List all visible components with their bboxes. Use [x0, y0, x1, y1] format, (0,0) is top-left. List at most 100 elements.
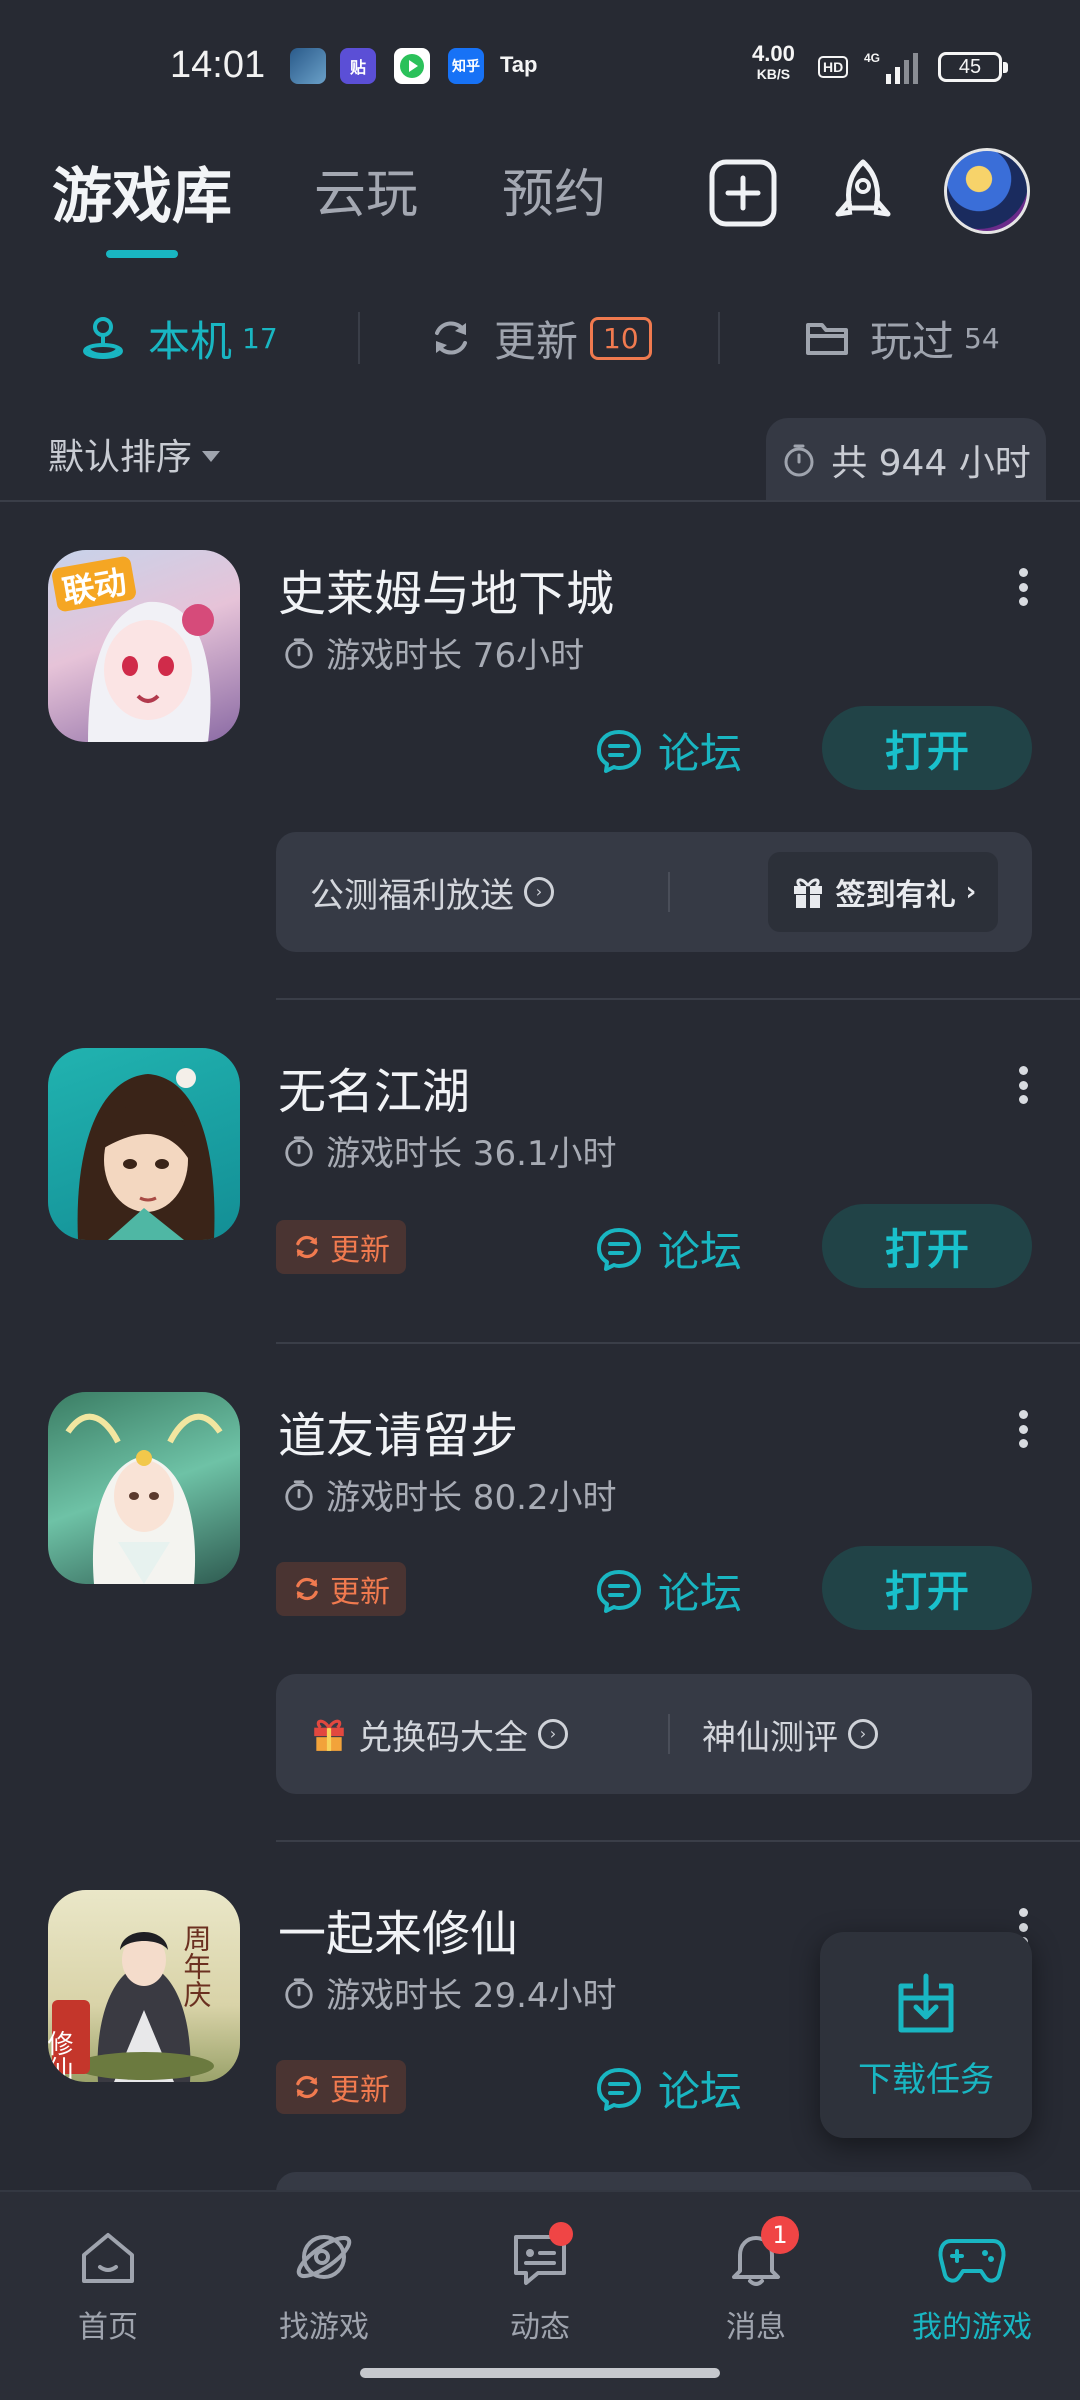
tab-reservations[interactable]: 预约: [502, 152, 606, 227]
promo-link-label: 兑换码大全: [358, 1717, 528, 1758]
sort-dropdown[interactable]: 默认排序: [48, 428, 221, 480]
promo-link-redeem-codes[interactable]: 兑换码大全 ›: [310, 1674, 568, 1794]
folder-icon: [806, 323, 848, 355]
refresh-icon: [296, 1235, 318, 1259]
filter-local-label: 本机: [148, 316, 233, 366]
promo-bar: 兑换码大全 › 神仙测评 ›: [276, 1674, 1032, 1794]
nav-item-my-games[interactable]: 我的游戏: [882, 2222, 1062, 2346]
rocket-icon[interactable]: [820, 150, 906, 236]
forum-button[interactable]: 论坛: [594, 1560, 742, 1621]
forum-button[interactable]: 论坛: [594, 1218, 742, 1279]
signin-gift-button[interactable]: 签到有礼 ›: [768, 852, 998, 932]
filter-updates-label: 更新: [494, 316, 579, 366]
zhihu-icon: 知乎: [448, 48, 484, 84]
promo-link-label: 神仙测评: [702, 1717, 838, 1758]
divider: [276, 998, 1080, 1000]
filter-updates[interactable]: 更新 10: [428, 305, 652, 371]
game-icon-yiqilai-xiuxian[interactable]: 周年庆 修仙: [48, 1890, 240, 2082]
forum-icon: [597, 1569, 641, 1613]
tab-cloud-play[interactable]: 云玩: [314, 152, 418, 227]
game-title[interactable]: 无名江湖: [278, 1052, 470, 1122]
game-icon-wuming-jianghu[interactable]: [48, 1048, 240, 1240]
update-badge[interactable]: 更新: [276, 2060, 406, 2114]
nav-item-feed[interactable]: 动态: [450, 2222, 630, 2346]
total-playtime: 共 944 小时: [766, 418, 1046, 502]
timer-icon: [784, 444, 814, 477]
update-label: 更新: [330, 1575, 390, 1610]
planet-icon: [289, 2222, 359, 2292]
game-playtime: 游戏时长 36.1小时: [282, 1126, 617, 1175]
filter-local-count: 17: [242, 321, 278, 355]
nav-item-messages[interactable]: 1 消息: [666, 2216, 846, 2346]
tab-game-library[interactable]: 游戏库: [52, 148, 232, 235]
nav-label: 我的游戏: [912, 2310, 1032, 2345]
signal-icon: 4G: [864, 50, 924, 90]
download-task-button[interactable]: 下载任务: [820, 1932, 1032, 2138]
game-title[interactable]: 道友请留步: [278, 1396, 518, 1466]
filter-played[interactable]: 玩过 54: [804, 305, 1000, 371]
game-playtime-label: 游戏时长 80.2小时: [326, 1478, 617, 1518]
forum-icon: [597, 2067, 641, 2111]
total-playtime-label: 共 944 小时: [831, 443, 1031, 484]
add-icon[interactable]: [700, 150, 786, 236]
divider: [668, 1714, 670, 1754]
game-title[interactable]: 史莱姆与地下城: [278, 554, 614, 624]
promo-link-review[interactable]: 神仙测评 ›: [702, 1674, 878, 1794]
avatar[interactable]: [944, 148, 1030, 234]
game-playtime: 游戏时长 29.4小时: [282, 1968, 617, 2017]
open-button[interactable]: 打开: [822, 1546, 1032, 1630]
chevron-right-icon: ›: [965, 877, 977, 907]
nav-item-find-games[interactable]: 找游戏: [234, 2222, 414, 2346]
more-options-icon[interactable]: [1008, 562, 1038, 612]
timer-icon: [285, 1977, 313, 2009]
game-playtime: 游戏时长 80.2小时: [282, 1470, 617, 1519]
game-playtime-label: 游戏时长 76小时: [326, 636, 585, 676]
promo-bar: 公测福利放送 › 签到有礼 ›: [276, 832, 1032, 952]
divider: [276, 1342, 1080, 1344]
more-options-icon[interactable]: [1008, 1404, 1038, 1454]
home-indicator[interactable]: [360, 2368, 720, 2378]
game-playtime: 游戏时长 76小时: [282, 628, 584, 677]
forum-button[interactable]: 论坛: [594, 720, 742, 781]
forum-icon: [597, 1227, 641, 1271]
game-icon-daoyou-qingliubu[interactable]: [48, 1392, 240, 1584]
game-app-icon: [290, 48, 326, 84]
forum-button[interactable]: 论坛: [594, 2058, 742, 2119]
update-badge[interactable]: 更新: [276, 1562, 406, 1616]
update-badge[interactable]: 更新: [276, 1220, 406, 1274]
divider: [718, 312, 720, 364]
signin-gift-label: 签到有礼: [835, 878, 956, 913]
update-label: 更新: [330, 2073, 390, 2108]
gift-icon: [314, 1719, 344, 1751]
nav-item-home[interactable]: 首页: [18, 2222, 198, 2346]
forum-label: 论坛: [658, 1569, 743, 1618]
device-icon: [83, 317, 123, 359]
forum-icon: [597, 729, 641, 773]
open-button[interactable]: 打开: [822, 1204, 1032, 1288]
message-count-badge: 1: [761, 2216, 799, 2254]
refresh-icon: [296, 1577, 318, 1601]
open-button[interactable]: 打开: [822, 706, 1032, 790]
promo-link-welfare[interactable]: 公测福利放送 ›: [310, 832, 554, 952]
network-label: 4G: [864, 51, 880, 65]
gift-icon: [793, 878, 822, 908]
battery-indicator: 45: [938, 52, 1008, 82]
tab-active-indicator: [106, 250, 178, 258]
net-speed-value: 4.00: [752, 41, 795, 66]
game-icon-text-2: 修仙: [48, 2030, 73, 2082]
hd-badge: HD: [818, 56, 849, 78]
tap-label: Tap: [500, 52, 538, 77]
game-playtime-label: 游戏时长 36.1小时: [326, 1134, 617, 1174]
filter-local[interactable]: 本机 17: [78, 305, 278, 371]
divider: [276, 1840, 1080, 1842]
chevron-right-icon: ›: [538, 1719, 568, 1749]
timer-icon: [285, 1135, 313, 1167]
nav-label: 首页: [78, 2310, 138, 2345]
caret-down-icon: [202, 450, 221, 462]
more-options-icon[interactable]: [1008, 1060, 1038, 1110]
sort-label: 默认排序: [48, 437, 193, 478]
forum-label: 论坛: [658, 729, 743, 778]
game-icon-slime-dungeon[interactable]: 联动: [48, 550, 240, 742]
refresh-icon: [296, 2075, 318, 2099]
game-title[interactable]: 一起来修仙: [278, 1894, 518, 1964]
